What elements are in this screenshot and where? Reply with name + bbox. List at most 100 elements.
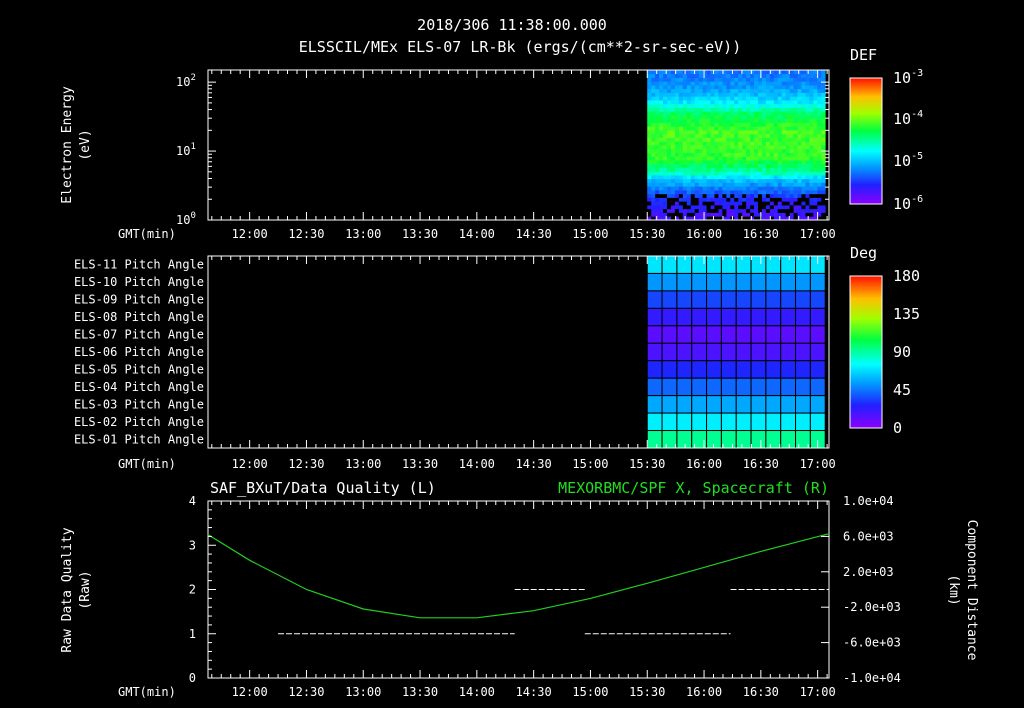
spectrogram-cell (789, 193, 794, 198)
spectrogram-cell (809, 148, 814, 153)
spectrogram-cell (651, 152, 656, 157)
spectrogram-cell (667, 107, 672, 112)
spectrogram-cell (690, 122, 696, 127)
spectrogram-cell (773, 96, 779, 101)
spectrogram-cell (706, 193, 711, 198)
spectrogram-cell (781, 205, 787, 210)
spectrogram-cell (714, 145, 719, 150)
spectrogram-cell (789, 70, 794, 75)
spectrogram-cell (678, 115, 684, 120)
spectrogram-cell (694, 85, 700, 90)
spectrogram-cell (769, 163, 775, 168)
spectrogram-cell (777, 100, 783, 105)
spectrogram-cell (813, 197, 818, 202)
pitch-angle-cell (706, 342, 722, 362)
spectrogram-cell (667, 171, 672, 176)
spectrogram-cell (655, 115, 660, 120)
spectrogram-cell (710, 118, 715, 123)
spectrogram-cell (706, 186, 711, 191)
spectrogram-cell (670, 190, 676, 195)
pitch-angle-cell (780, 430, 797, 449)
pitch-time-tick-label: 13:00 (345, 457, 381, 471)
spectrogram-cell (663, 197, 668, 202)
spectrogram-cell (809, 156, 814, 161)
spectrogram-cell (793, 77, 798, 82)
spectrogram-cell (797, 178, 802, 183)
spectrogram-cell (789, 103, 794, 108)
spectrogram-cell (750, 193, 755, 198)
spectrogram-cell (805, 197, 810, 202)
spectrogram-cell (706, 88, 711, 93)
spectrogram-cell (710, 107, 715, 112)
pitch-angle-cell (720, 272, 737, 292)
spectrogram-cell (647, 107, 652, 112)
spectrogram-cell (746, 175, 751, 180)
spectrogram-cell (702, 152, 707, 157)
spectrogram-cell (797, 115, 802, 120)
spectrogram-cell (663, 81, 668, 86)
spectrogram-cell (682, 163, 688, 168)
spectrogram-cell (726, 118, 731, 123)
spectrogram-cell (785, 81, 791, 86)
spectrogram-cell (746, 88, 751, 93)
spectrogram-cell (678, 118, 684, 123)
deg-colorbar-title: Deg (850, 244, 877, 262)
spectrogram-cell (726, 145, 731, 150)
spectrogram-cell (777, 160, 783, 165)
spectrogram-cell (761, 77, 767, 82)
spectrogram-cell (742, 208, 747, 213)
spectrogram-cell (821, 77, 826, 82)
spectrogram-cell (746, 190, 751, 195)
spectrogram-cell (777, 163, 783, 168)
spectrogram-cell (789, 178, 794, 183)
spectrogram-cell (670, 92, 676, 97)
spectrogram-cell (698, 148, 704, 153)
spectrogram-cell (738, 152, 743, 157)
spectrogram-cell (750, 163, 755, 168)
spectrogram-cell (813, 201, 818, 206)
position-right-tick-label: -2.0e+03 (843, 600, 901, 614)
spectrogram-cell (730, 115, 735, 120)
spectrogram-cell (821, 190, 826, 195)
spectrogram-cell (781, 85, 787, 90)
pitch-angle-cell (735, 272, 752, 292)
spectrogram-cell (655, 212, 660, 217)
spectrogram-cell (746, 103, 751, 108)
spectrogram-cell (821, 130, 826, 135)
spectrogram-cell (809, 208, 814, 213)
spectrogram-cell (702, 96, 707, 101)
spectrogram-cell (686, 212, 692, 217)
spectrogram-cell (659, 137, 664, 142)
spectrogram-cell (706, 96, 711, 101)
spectrogram-cell (698, 175, 704, 180)
spectrogram-cell (651, 167, 656, 172)
spectrogram-cell (793, 126, 798, 131)
spectrogram-cell (678, 103, 684, 108)
pitch-angle-cell (706, 412, 722, 432)
pitch-angle-cell (780, 395, 797, 414)
spectrogram-cell (659, 70, 664, 75)
spectrogram-cell (663, 73, 668, 78)
spectrogram-cell (777, 88, 783, 93)
spectrogram-cell (781, 115, 787, 120)
spectrogram-cell (805, 167, 810, 172)
spectrogram-cell (746, 92, 751, 97)
spectrogram-cell (793, 148, 798, 153)
spectrogram-cell (674, 208, 680, 213)
spectrogram-cell (670, 160, 676, 165)
spectrogram-cell (655, 81, 660, 86)
spectrogram-cell (710, 148, 715, 153)
pitch-angle-cell (661, 377, 678, 397)
spectrogram-cell (726, 130, 731, 135)
spectrogram-cell (734, 208, 739, 213)
spectrogram-cell (813, 118, 818, 123)
spectrogram-cell (761, 115, 767, 120)
spectrogram-cell (659, 160, 664, 165)
spectrogram-cell (647, 163, 652, 168)
spectrogram-cell (659, 77, 664, 82)
spectrogram-cell (670, 111, 676, 116)
spectrogram-cell (726, 171, 731, 176)
spectrogram-cell (738, 171, 743, 176)
spectrogram-cell (686, 156, 692, 161)
spectrogram-cell (757, 167, 763, 172)
